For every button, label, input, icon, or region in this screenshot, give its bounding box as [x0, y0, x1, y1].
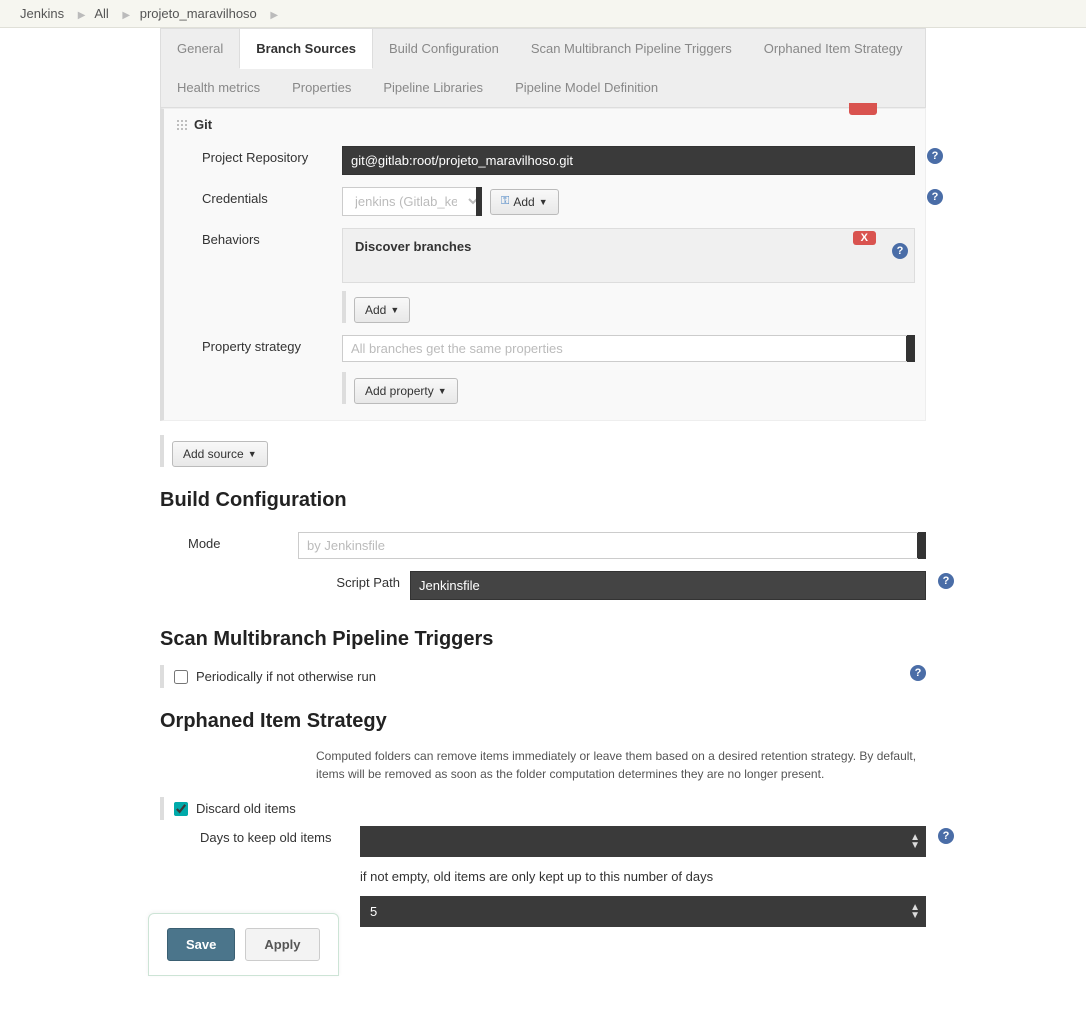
add-source-button[interactable]: Add source ▼	[172, 441, 268, 467]
script-path-input[interactable]	[410, 571, 926, 600]
behavior-title: Discover branches	[355, 239, 902, 254]
config-tabs: General Branch Sources Build Configurati…	[160, 28, 926, 108]
project-repository-input[interactable]	[342, 146, 915, 175]
help-icon[interactable]: ?	[927, 189, 943, 205]
periodic-checkbox[interactable]	[174, 670, 188, 684]
orphaned-description: Computed folders can remove items immedi…	[316, 747, 926, 783]
breadcrumb-all[interactable]: All	[94, 6, 108, 21]
breadcrumbs: Jenkins ▶ All ▶ projeto_maravilhoso ▶	[0, 0, 1086, 28]
credentials-select[interactable]: jenkins (Gitlab_key)	[342, 187, 482, 216]
periodic-checkbox-row: Periodically if not otherwise run	[160, 665, 926, 688]
days-hint: if not empty, old items are only kept up…	[360, 863, 926, 890]
help-icon[interactable]: ?	[938, 573, 954, 589]
tab-orphaned[interactable]: Orphaned Item Strategy	[748, 29, 919, 68]
chevron-right-icon: ▶	[78, 10, 86, 21]
tab-scan-triggers[interactable]: Scan Multibranch Pipeline Triggers	[515, 29, 748, 68]
tab-health-metrics[interactable]: Health metrics	[161, 68, 276, 107]
drag-handle-icon[interactable]	[176, 119, 188, 131]
tab-pipeline-libs[interactable]: Pipeline Libraries	[367, 68, 499, 107]
add-label: Add	[365, 303, 386, 317]
add-property-button[interactable]: Add property ▼	[354, 378, 458, 404]
caret-down-icon: ▼	[438, 386, 447, 396]
orphaned-heading: Orphaned Item Strategy	[160, 710, 926, 733]
add-label: Add	[513, 195, 534, 209]
help-icon[interactable]: ?	[927, 148, 943, 164]
delete-source-button[interactable]	[849, 103, 877, 115]
tab-build-config[interactable]: Build Configuration	[373, 29, 515, 68]
help-icon[interactable]: ?	[892, 243, 908, 259]
breadcrumb-jenkins[interactable]: Jenkins	[20, 6, 64, 21]
add-credentials-button[interactable]: ⚿ Add ▼	[490, 189, 559, 215]
delete-behavior-button[interactable]: X	[853, 231, 876, 245]
apply-button[interactable]: Apply	[245, 928, 319, 961]
git-title: Git	[194, 117, 212, 132]
chevron-right-icon: ▶	[122, 10, 130, 21]
caret-down-icon: ▼	[390, 305, 399, 315]
scan-triggers-heading: Scan Multibranch Pipeline Triggers	[160, 628, 926, 651]
add-source-label: Add source	[183, 447, 244, 461]
behaviors-label: Behaviors	[202, 228, 342, 247]
help-icon[interactable]: ?	[910, 665, 926, 681]
discard-old-items-checkbox[interactable]	[174, 802, 188, 816]
days-to-keep-input[interactable]	[360, 826, 926, 857]
tab-properties[interactable]: Properties	[276, 68, 367, 107]
days-label: Days to keep old items	[200, 826, 360, 845]
caret-down-icon: ▼	[248, 449, 257, 459]
tab-branch-sources[interactable]: Branch Sources	[239, 28, 373, 69]
key-icon: ⚿	[501, 195, 509, 208]
spinner-icon[interactable]: ▲▼	[910, 904, 920, 920]
caret-down-icon: ▼	[539, 197, 548, 207]
tab-general[interactable]: General	[161, 29, 239, 68]
mode-select[interactable]: by Jenkinsfile	[298, 532, 926, 559]
discard-label: Discard old items	[196, 801, 296, 816]
property-strategy-select[interactable]: All branches get the same properties	[342, 335, 915, 362]
credentials-label: Credentials	[202, 187, 342, 206]
breadcrumb-project[interactable]: projeto_maravilhoso	[140, 6, 257, 21]
spinner-icon[interactable]: ▲▼	[910, 834, 920, 850]
add-property-label: Add property	[365, 384, 434, 398]
mode-label: Mode	[188, 532, 298, 551]
max-label-truncated	[200, 896, 360, 900]
script-path-label: Script Path	[330, 571, 410, 590]
bottom-action-bar: Save Apply	[148, 913, 339, 976]
save-button[interactable]: Save	[167, 928, 235, 961]
chevron-right-icon: ▶	[270, 10, 278, 21]
git-source-block: Git Project Repository ? Credentials jen…	[160, 108, 926, 421]
property-strategy-label: Property strategy	[202, 335, 342, 354]
discard-row: Discard old items	[160, 797, 926, 820]
discover-branches-block: X ? Discover branches	[342, 228, 915, 283]
periodic-label: Periodically if not otherwise run	[196, 669, 376, 684]
help-icon[interactable]: ?	[938, 828, 954, 844]
tab-pipeline-model[interactable]: Pipeline Model Definition	[499, 68, 674, 107]
add-behavior-button[interactable]: Add ▼	[354, 297, 410, 323]
max-items-input[interactable]	[360, 896, 926, 927]
select-cap	[476, 187, 482, 216]
repo-label: Project Repository	[202, 146, 342, 165]
build-config-heading: Build Configuration	[160, 489, 926, 512]
